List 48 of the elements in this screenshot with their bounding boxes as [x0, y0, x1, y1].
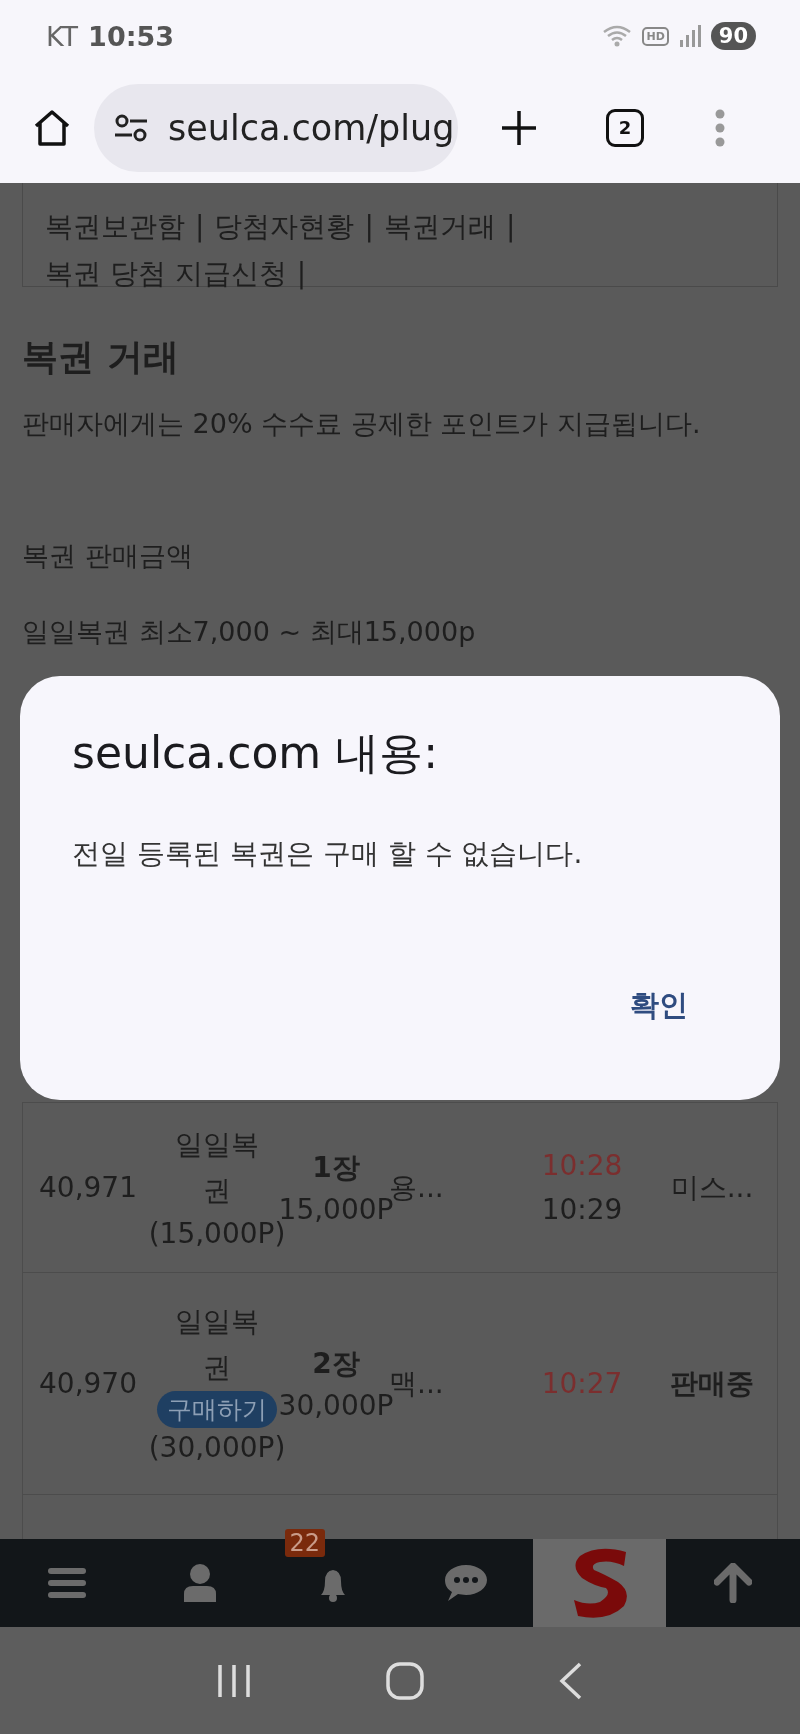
ticket-count: 2장: [312, 1345, 360, 1382]
separator: |: [195, 210, 205, 243]
signal-icon: [678, 24, 701, 48]
separator: |: [364, 210, 374, 243]
chat-icon[interactable]: [444, 1563, 488, 1603]
back-icon[interactable]: [558, 1661, 583, 1700]
url-text: seulca.com/plug: [168, 107, 455, 148]
up-arrow-icon[interactable]: [714, 1563, 752, 1603]
row-number: 40,971: [38, 1171, 138, 1204]
menu-link[interactable]: 복권보관함: [45, 210, 185, 243]
logo-tile[interactable]: [533, 1539, 666, 1627]
home-button-icon[interactable]: [386, 1661, 424, 1700]
carrier-name: KT: [46, 20, 79, 52]
row-number: 40,970: [38, 1367, 138, 1400]
page-heading: 복권 거래: [22, 335, 180, 379]
wifi-icon: [602, 24, 633, 48]
menu-icon[interactable]: [47, 1567, 86, 1599]
plus-icon[interactable]: [500, 108, 538, 147]
info-text: 판매자에게는 20% 수수료 공제한 포인트가 지급됩니다.: [22, 407, 702, 441]
battery-level: 90: [710, 22, 756, 50]
lottery-type: 일일복권: [175, 1304, 259, 1386]
dialog-message: 전일 등록된 복권은 구매 할 수 없습니다.: [72, 836, 584, 872]
separator: |: [505, 210, 516, 243]
notification-badge: 22: [284, 1529, 326, 1557]
time-text: 10:29: [541, 1191, 623, 1228]
address-bar[interactable]: seulca.com/plug: [94, 83, 458, 172]
confirm-button[interactable]: 확인: [624, 985, 694, 1027]
status-text: 판매중: [669, 1365, 755, 1402]
lottery-type: 일일복권: [175, 1126, 259, 1209]
lottery-price: (30,000P): [148, 1430, 286, 1466]
more-icon[interactable]: [714, 108, 726, 147]
tune-icon[interactable]: [114, 112, 148, 143]
status-text: 미스...: [669, 1169, 755, 1206]
separator: |: [296, 257, 307, 290]
buy-button[interactable]: 구매하기: [157, 1391, 277, 1428]
info-text: 복권 판매금액: [22, 539, 194, 573]
menu-link[interactable]: 복권거래: [383, 210, 496, 243]
menu-link[interactable]: 복권 당첨 지급신청: [45, 257, 287, 290]
user-icon[interactable]: [182, 1564, 217, 1602]
home-icon[interactable]: [32, 107, 72, 148]
info-text: 일일복권 최소7,000 ~ 최대15,000p: [22, 615, 477, 649]
clock: 10:53: [88, 20, 175, 52]
menu-link[interactable]: 당첨자현황: [214, 210, 355, 243]
hd-icon: HD: [642, 26, 669, 46]
tab-count-button[interactable]: 2: [606, 108, 644, 147]
ticket-count: 1장: [312, 1149, 360, 1186]
dialog-title: seulca.com 내용:: [72, 726, 440, 780]
recent-apps-icon[interactable]: [217, 1662, 252, 1699]
